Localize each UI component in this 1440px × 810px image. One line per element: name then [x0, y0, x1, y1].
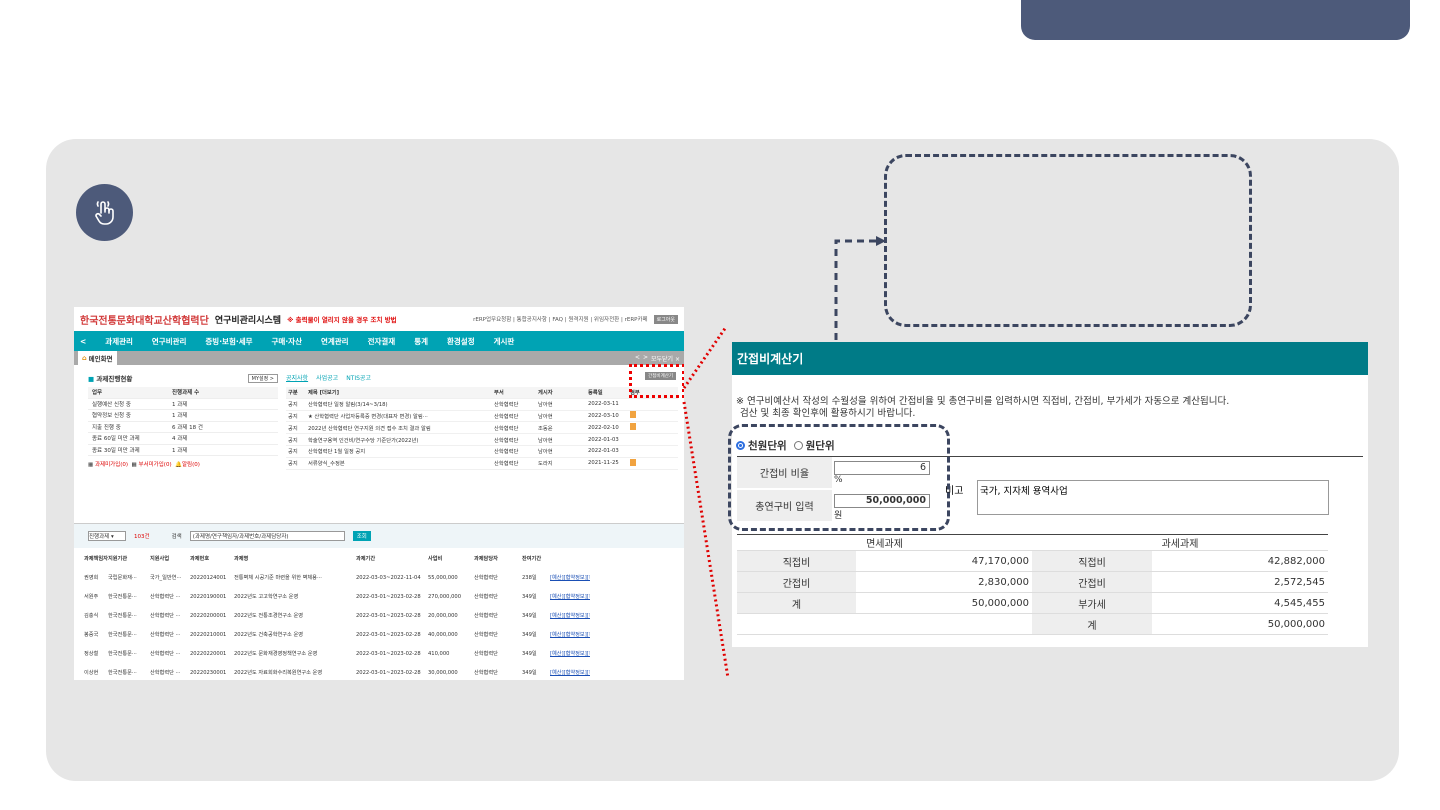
zoom-line-bottom — [682, 401, 730, 679]
result-label: 부가세 — [1032, 593, 1152, 613]
result-label: 계 — [737, 593, 856, 613]
result-label: 계 — [1032, 614, 1152, 634]
taxable-header: 과세과제 — [1161, 539, 1199, 550]
exempt-header: 면세과제 — [866, 539, 903, 550]
result-table: 면세과제 과세과제 직접비 47,170,000 직접비 42,882,000 … — [737, 534, 1328, 635]
result-label: 직접비 — [1032, 551, 1152, 571]
result-value: 42,882,000 — [1267, 555, 1325, 567]
result-value: 50,000,000 — [1267, 618, 1325, 630]
result-label: 간접비 — [1032, 572, 1152, 592]
calculator-title: 간접비계산기 — [732, 342, 1368, 375]
remark-textarea[interactable]: 국가, 지자체 용역사업 — [977, 480, 1329, 515]
result-row: 간접비 2,830,000 간접비 2,572,545 — [737, 572, 1328, 593]
result-row: 직접비 47,170,000 직접비 42,882,000 — [737, 551, 1328, 572]
result-row: 계 50,000,000 — [737, 614, 1328, 635]
result-label: 직접비 — [737, 551, 856, 571]
result-row: 계 50,000,000 부가세 4,545,455 — [737, 593, 1328, 614]
input-highlight-box — [728, 424, 950, 531]
callout-arrowhead-icon — [876, 236, 886, 246]
result-value: 4,545,455 — [1274, 597, 1325, 609]
result-value: 2,572,545 — [1274, 576, 1325, 588]
result-label: 간접비 — [737, 572, 856, 592]
zoom-line-top — [682, 326, 728, 389]
calculator-note-line1: ※ 연구비예산서 작성의 수월성을 위하여 간접비율 및 총연구비를 입력하시면… — [736, 396, 1230, 407]
result-value: 47,170,000 — [971, 555, 1029, 567]
result-header-row: 면세과제 과세과제 — [737, 535, 1328, 551]
result-value: 50,000,000 — [971, 597, 1029, 609]
calculator-note-line2: 검산 및 최종 확인후에 활용하시기 바랍니다. — [740, 408, 916, 419]
result-value: 2,830,000 — [978, 576, 1029, 588]
